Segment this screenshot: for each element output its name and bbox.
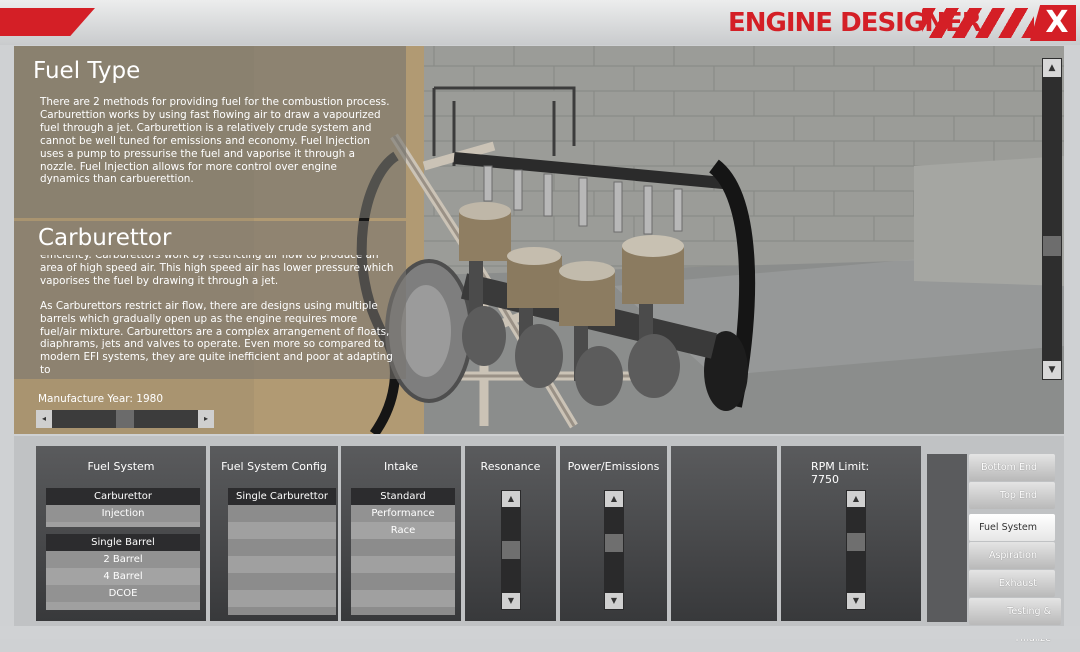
tab-top-end[interactable]: Top End xyxy=(969,482,1055,509)
fuel-type-description: There are 2 methods for providing fuel f… xyxy=(40,96,390,186)
close-button[interactable]: X xyxy=(1030,5,1076,41)
carburettor-description[interactable]: efficiency. Carburettors work by restric… xyxy=(40,255,396,376)
down-arrow-icon[interactable]: ▼ xyxy=(502,593,520,609)
resonance-slider[interactable]: ▲ ▼ xyxy=(501,490,521,610)
left-arrow-icon[interactable]: ◂ xyxy=(36,410,52,428)
section-tabs: Bottom End Top End Fuel System Aspiratio… xyxy=(927,444,1064,644)
fuel-type-heading: Fuel Type xyxy=(33,58,141,84)
slider-thumb[interactable] xyxy=(605,534,623,553)
down-arrow-icon[interactable]: ▼ xyxy=(1043,361,1061,379)
rpm-limit-label: RPM Limit: xyxy=(811,460,870,473)
power-emissions-slider[interactable]: ▲ ▼ xyxy=(604,490,624,610)
list-item-single-barrel[interactable]: Single Barrel xyxy=(46,534,200,551)
tab-exhaust[interactable]: Exhaust xyxy=(969,570,1055,597)
slider-thumb[interactable] xyxy=(847,532,865,551)
settings-panel: Fuel System Carburettor Injection Single… xyxy=(14,436,1064,644)
down-arrow-icon[interactable]: ▼ xyxy=(605,593,623,609)
down-arrow-icon[interactable]: ▼ xyxy=(847,593,865,609)
tab-fuel-system[interactable]: Fuel System xyxy=(969,514,1055,541)
rpm-limit-slider[interactable]: ▲ ▼ xyxy=(846,490,866,610)
list-item-dcoe[interactable]: DCOE xyxy=(46,585,200,602)
fuel-config-list: Single Carburettor xyxy=(228,488,336,615)
slider-thumb[interactable] xyxy=(502,541,520,559)
tab-bottom-end[interactable]: Bottom End xyxy=(969,454,1055,481)
fuel-type-list: Carburettor Injection xyxy=(46,488,200,527)
resonance-header: Resonance xyxy=(480,460,541,473)
list-item-2-barrel[interactable]: 2 Barrel xyxy=(46,551,200,568)
tab-aspiration[interactable]: Aspiration xyxy=(969,542,1055,569)
resonance-column: Resonance ▲ ▼ xyxy=(465,446,556,621)
list-item-performance[interactable]: Performance xyxy=(351,505,455,522)
slider-thumb[interactable] xyxy=(116,410,134,428)
list-item-injection[interactable]: Injection xyxy=(46,505,200,522)
scrollbar-thumb[interactable] xyxy=(1043,236,1061,256)
title-stripes xyxy=(922,8,1034,38)
carburettor-heading: Carburettor xyxy=(38,225,172,251)
rpm-limit-column: RPM Limit: 7750 ▲ ▼ xyxy=(781,446,921,621)
list-item-standard[interactable]: Standard xyxy=(351,488,455,505)
list-item-4-barrel[interactable]: 4 Barrel xyxy=(46,568,200,585)
title-bar: ENGINE DESIGNER X xyxy=(0,0,1080,45)
rpm-limit-value: 7750 xyxy=(811,473,839,486)
intake-list: Standard Performance Race xyxy=(351,488,455,615)
empty-column xyxy=(671,446,777,621)
up-arrow-icon[interactable]: ▲ xyxy=(502,491,520,507)
fuel-system-header: Fuel System xyxy=(87,460,155,473)
fuel-system-config-header: Fuel System Config xyxy=(221,460,327,473)
tab-testing-finalize[interactable]: Testing & Finalize xyxy=(969,598,1061,644)
fuel-system-config-column: Fuel System Config Single Carburettor xyxy=(210,446,338,621)
accent-stripe xyxy=(0,8,95,36)
carburettor-paragraph: efficiency. Carburettors work by restric… xyxy=(40,255,394,287)
up-arrow-icon[interactable]: ▲ xyxy=(1043,59,1061,77)
list-item-single-carburettor[interactable]: Single Carburettor xyxy=(228,488,336,505)
manufacture-year-slider[interactable]: ◂ ▸ xyxy=(36,410,214,428)
close-icon: X xyxy=(1045,5,1069,40)
intake-column: Intake Standard Performance Race xyxy=(341,446,461,621)
list-item-carburettor[interactable]: Carburettor xyxy=(46,488,200,505)
fuel-system-column: Fuel System Carburettor Injection Single… xyxy=(36,446,206,621)
manufacture-year-label: Manufacture Year: 1980 xyxy=(38,393,164,405)
power-emissions-header: Power/Emissions xyxy=(567,460,660,473)
list-item-race[interactable]: Race xyxy=(351,522,455,539)
engine-viewport[interactable]: Fuel Type There are 2 methods for provid… xyxy=(14,46,1064,434)
intake-header: Intake xyxy=(383,460,418,473)
description-scrollbar[interactable]: ▲ ▼ xyxy=(1042,58,1062,380)
rpm-limit-readout: RPM Limit: 7750 xyxy=(811,460,869,486)
power-emissions-column: Power/Emissions ▲ ▼ xyxy=(560,446,667,621)
right-arrow-icon[interactable]: ▸ xyxy=(198,410,214,428)
info-panel: Fuel Type There are 2 methods for provid… xyxy=(14,46,406,434)
footer-bar xyxy=(0,626,1080,639)
up-arrow-icon[interactable]: ▲ xyxy=(605,491,623,507)
carburettor-paragraph: As Carburettors restrict air flow, there… xyxy=(40,299,393,376)
barrel-list: Single Barrel 2 Barrel 4 Barrel DCOE xyxy=(46,534,200,610)
up-arrow-icon[interactable]: ▲ xyxy=(847,491,865,507)
